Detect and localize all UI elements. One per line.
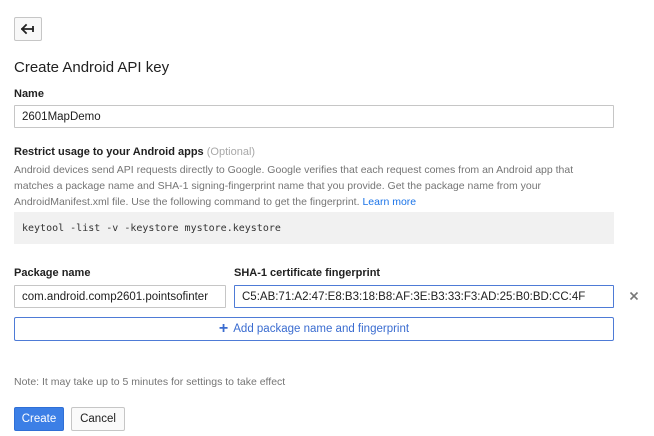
package-name-input[interactable]: com.android.comp2601.pointsofinter xyxy=(14,285,226,308)
name-input[interactable]: 2601MapDemo xyxy=(14,105,614,128)
name-label: Name xyxy=(14,88,44,100)
fingerprint-input[interactable]: C5:AB:71:A2:47:E8:B3:18:B8:AF:3E:B3:33:F… xyxy=(234,285,614,308)
settings-note: Note: It may take up to 5 minutes for se… xyxy=(14,376,286,388)
learn-more-link[interactable]: Learn more xyxy=(362,196,416,208)
arrow-left-icon xyxy=(21,23,34,35)
optional-label: (Optional) xyxy=(206,146,256,158)
add-package-button[interactable]: + Add package name and fingerprint xyxy=(14,317,614,341)
add-package-label: Add package name and fingerprint xyxy=(233,323,410,335)
restrict-heading: Restrict usage to your Android apps (Opt… xyxy=(14,146,255,158)
keytool-command: keytool -list -v -keystore mystore.keyst… xyxy=(14,212,614,244)
package-name-label: Package name xyxy=(14,267,91,279)
fingerprint-label: SHA-1 certificate fingerprint xyxy=(234,267,381,279)
create-button[interactable]: Create xyxy=(14,407,64,431)
restrict-label: Restrict usage to your Android apps xyxy=(14,146,204,158)
cancel-button[interactable]: Cancel xyxy=(71,407,125,431)
restrict-help-text: Android devices send API requests direct… xyxy=(14,162,614,210)
help-text: Android devices send API requests direct… xyxy=(14,164,574,208)
page-title: Create Android API key xyxy=(14,59,170,76)
close-icon[interactable] xyxy=(627,289,641,303)
back-button[interactable] xyxy=(14,17,42,41)
plus-icon: + xyxy=(218,320,229,337)
